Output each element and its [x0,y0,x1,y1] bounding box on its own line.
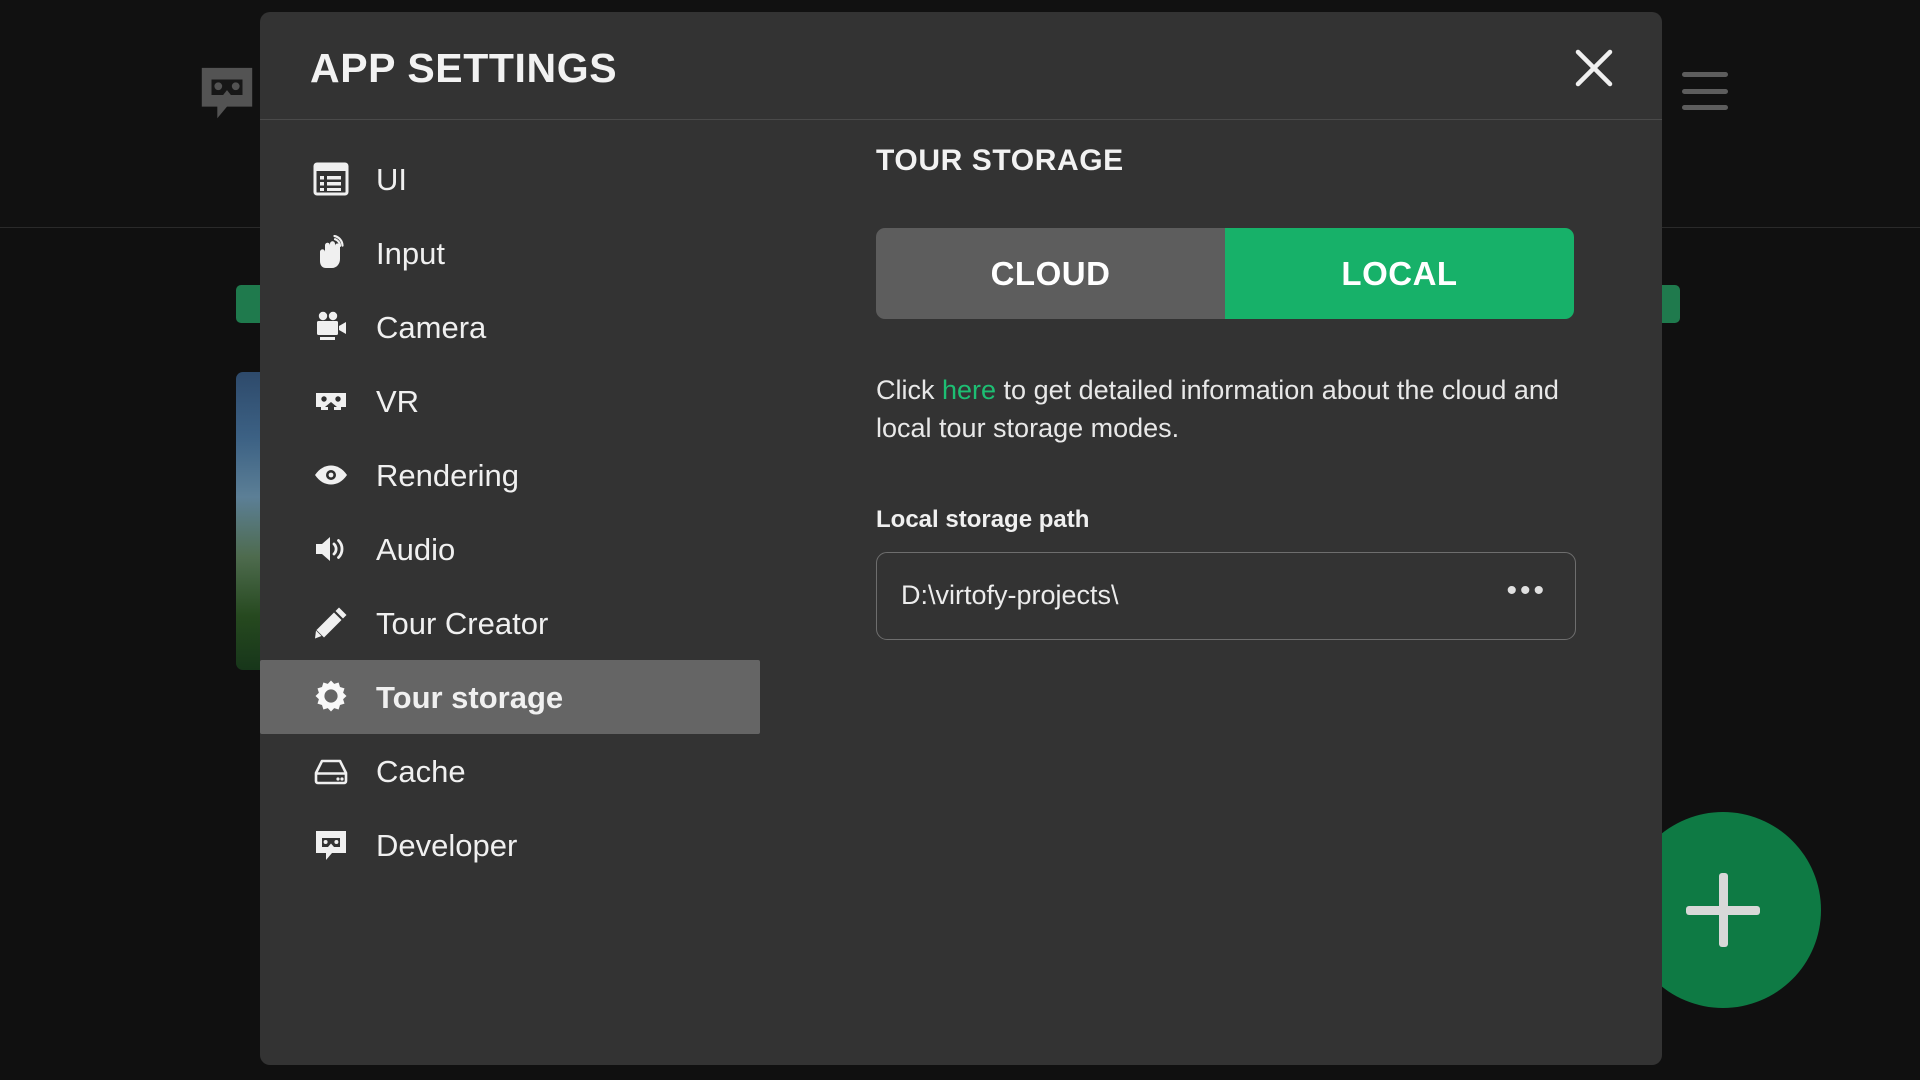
hamburger-menu-icon[interactable] [1682,72,1728,110]
vr-goggles-icon [310,380,352,422]
close-icon[interactable] [1572,46,1616,90]
page-title: APP SETTINGS [310,45,618,91]
sidebar-item-developer[interactable]: Developer [260,808,760,882]
sidebar-item-label: Tour storage [376,679,564,715]
sidebar-item-camera[interactable]: Camera [260,290,760,364]
plus-icon [1718,873,1728,947]
storage-mode-cloud-option[interactable]: CLOUD [876,228,1225,319]
sidebar-item-cache[interactable]: Cache [260,734,760,808]
sidebar-item-tour-storage[interactable]: Tour storage [260,660,760,734]
eye-icon [310,454,352,496]
hard-drive-icon [310,750,352,792]
sidebar-item-label: Audio [376,531,456,567]
vr-speech-bubble-logo-icon [196,62,258,124]
local-storage-path-label: Local storage path [876,505,1090,533]
sidebar-item-label: Rendering [376,457,520,493]
dialog-header: APP SETTINGS [260,12,1662,120]
storage-help-link[interactable]: here [942,375,996,405]
sidebar-item-vr[interactable]: VR [260,364,760,438]
sidebar-item-input[interactable]: Input [260,216,760,290]
section-heading: TOUR STORAGE [876,144,1124,177]
browse-folder-button[interactable]: ••• [1498,576,1549,608]
sidebar-item-rendering[interactable]: Rendering [260,438,760,512]
sidebar-item-label: Tour Creator [376,605,549,641]
sidebar-item-label: VR [376,383,420,419]
sidebar-item-audio[interactable]: Audio [260,512,760,586]
storage-mode-toggle: CLOUD LOCAL [876,228,1574,319]
description-prefix: Click [876,375,942,405]
app-settings-dialog: APP SETTINGS UI Input Camera VR Renderin… [260,12,1662,1065]
settings-nav: UI Input Camera VR Rendering Audio Tour … [260,120,812,1064]
local-storage-path-value[interactable]: D:\virtofy-projects\ [901,580,1498,611]
gear-icon [310,676,352,718]
sidebar-item-label: Cache [376,753,466,789]
sidebar-item-ui[interactable]: UI [260,142,760,216]
speaker-volume-icon [310,528,352,570]
sidebar-item-tour-creator[interactable]: Tour Creator [260,586,760,660]
pencil-icon [310,602,352,644]
local-storage-path-field[interactable]: D:\virtofy-projects\ ••• [876,551,1576,640]
movie-camera-icon [310,306,352,348]
dialog-body: UI Input Camera VR Rendering Audio Tour … [260,120,1662,1064]
sidebar-item-label: Developer [376,827,518,863]
sidebar-item-label: Input [376,235,445,271]
touch-hand-icon [310,232,352,274]
storage-description: Click here to get detailed information a… [876,371,1576,448]
ui-list-window-icon [310,158,352,200]
vr-speech-bubble-logo-icon [310,824,352,866]
storage-mode-local-option[interactable]: LOCAL [1225,228,1574,319]
sidebar-item-label: Camera [376,309,487,345]
settings-content-pane: TOUR STORAGE CLOUD LOCAL Click here to g… [812,120,1662,1064]
sidebar-item-label: UI [376,161,407,197]
